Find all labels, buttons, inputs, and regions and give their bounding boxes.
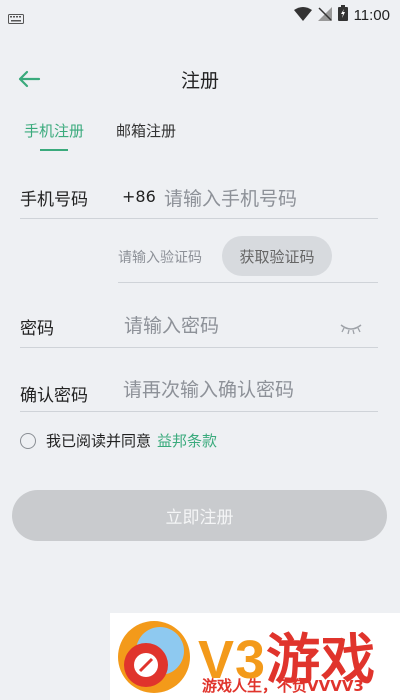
status-time: 11:00 [353,6,390,24]
page-title: 注册 [180,70,219,92]
no-signal-icon [317,6,332,25]
status-bar: 11:00 [0,0,400,28]
verify-code-input[interactable]: 请输入验证码 [118,247,202,267]
wifi-icon [293,6,312,25]
keyboard-icon [8,9,24,28]
confirm-password-label: 确认密码 [20,386,88,406]
password-input[interactable]: 请输入密码 [124,311,219,338]
agreement-row: 我已阅读并同意 益邦条款 [20,430,217,451]
divider [118,282,378,283]
register-button[interactable]: 立即注册 [12,490,387,541]
divider [20,218,378,219]
active-tab-indicator [40,149,68,151]
terms-link[interactable]: 益邦条款 [157,430,217,451]
agree-radio[interactable] [20,432,36,449]
divider [20,411,378,412]
watermark-banner: V3游戏 游戏人生，不负VVVV3 [110,613,400,700]
divider [20,347,378,348]
phone-input[interactable]: 请输入手机号码 [164,184,297,211]
tab-email-register[interactable]: 邮箱注册 [116,120,176,151]
eye-closed-icon[interactable] [340,320,362,339]
confirm-password-input[interactable]: 请再次输入确认密码 [123,375,294,402]
country-code[interactable]: +86 [122,187,156,206]
password-label: 密码 [20,319,54,339]
tab-phone-register[interactable]: 手机注册 [24,120,84,151]
tab-label: 手机注册 [24,122,85,140]
agreement-text: 我已阅读并同意 [46,432,152,450]
v3-logo-icon [118,621,190,693]
get-code-button[interactable]: 获取验证码 [222,236,332,276]
tab-label: 邮箱注册 [116,122,177,140]
phone-label: 手机号码 [20,190,88,210]
watermark-slogan: 游戏人生，不负VVVV3 [202,677,364,695]
register-tabs: 手机注册 邮箱注册 [24,120,176,151]
battery-charging-icon [337,5,348,25]
header: 注册 [0,56,400,100]
